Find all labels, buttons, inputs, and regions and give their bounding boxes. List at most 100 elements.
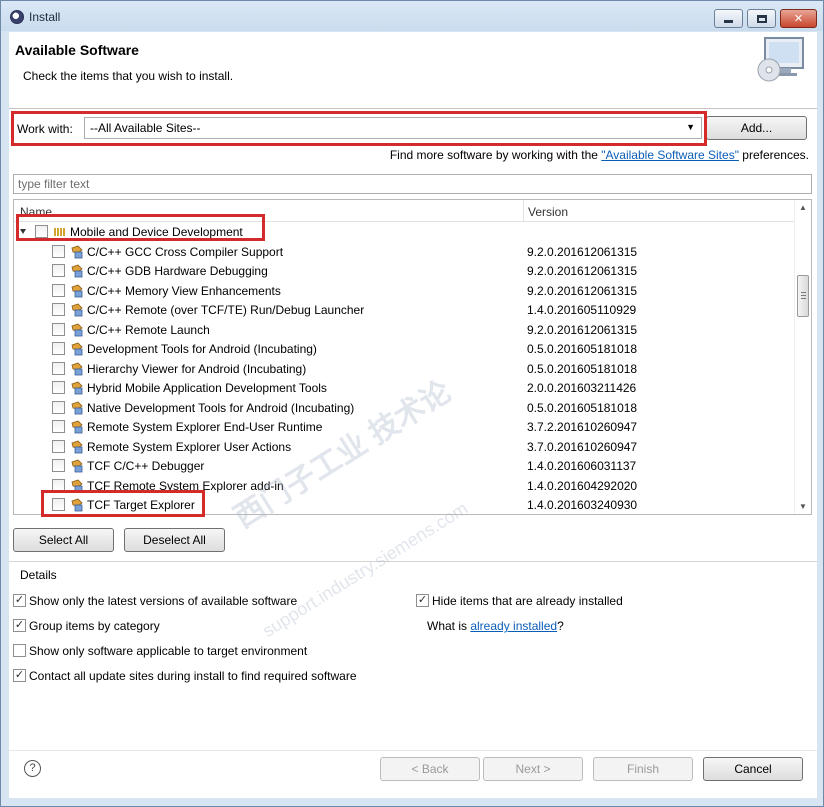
row-name: Remote System Explorer User Actions (87, 439, 292, 454)
tree-scrollbar[interactable]: ▲ ▼ (794, 200, 811, 514)
row-checkbox[interactable] (52, 361, 65, 375)
row-checkbox[interactable] (52, 303, 65, 316)
tree-body: Mobile and Device Development C/C++ GCC … (14, 222, 795, 514)
row-checkbox[interactable] (52, 342, 65, 355)
work-with-combo[interactable]: --All Available Sites-- ▼ (84, 117, 702, 139)
wizard-header: Available Software Check the items that … (9, 32, 817, 109)
table-row[interactable]: TCF Remote System Explorer add-in 1.4.0.2… (14, 476, 795, 496)
row-checkbox[interactable] (52, 420, 65, 433)
row-checkbox[interactable] (52, 439, 65, 453)
row-checkbox[interactable] (52, 322, 65, 336)
hide-installed-checkbox[interactable]: ✓ (416, 594, 429, 607)
table-row[interactable]: Hierarchy Viewer for Android (Incubating… (14, 359, 795, 379)
feature-plugin-icon (71, 284, 83, 297)
install-banner-icon (757, 37, 804, 82)
row-version: 9.2.0.201612061315 (527, 244, 638, 259)
details-label: Details (20, 568, 57, 582)
table-row[interactable]: C/C++ Memory View Enhancements 9.2.0.2016… (14, 281, 795, 301)
close-button[interactable]: ✕ (780, 9, 817, 28)
next-button[interactable]: Next > (483, 757, 583, 781)
dropdown-arrow-icon[interactable]: ▼ (686, 122, 695, 132)
latest-versions-checkbox[interactable]: ✓ (13, 594, 26, 607)
table-row[interactable]: Hybrid Mobile Application Development To… (14, 378, 795, 398)
already-installed-link[interactable]: already installed (470, 619, 557, 633)
table-row[interactable]: Development Tools for Android (Incubatin… (14, 339, 795, 359)
feature-plugin-icon (71, 303, 83, 317)
table-row[interactable]: C/C++ Remote (over TCF/TE) Run/Debug Lau… (14, 300, 795, 320)
table-row[interactable]: TCF Target Explorer 1.4.0.201603240930 (14, 495, 795, 514)
tree-header: Name Version (14, 200, 795, 222)
feature-plugin-icon (71, 401, 83, 414)
help-icon[interactable]: ? (24, 760, 41, 777)
available-software-sites-link[interactable]: "Available Software Sites" (601, 148, 739, 162)
feature-plugin-icon (71, 342, 83, 356)
row-name: Hybrid Mobile Application Development To… (87, 381, 327, 395)
minimize-button[interactable] (714, 9, 743, 28)
row-name: TCF Remote System Explorer add-in (87, 478, 284, 493)
work-with-label: Work with: (17, 122, 73, 136)
find-more-suffix: preferences. (738, 148, 809, 162)
row-checkbox[interactable] (52, 459, 65, 472)
row-checkbox[interactable] (52, 244, 65, 258)
row-version: 2.0.0.201603211426 (527, 381, 637, 395)
row-checkbox[interactable] (52, 400, 65, 414)
applicable-only-checkbox[interactable] (13, 644, 26, 657)
column-version-header[interactable]: Version (528, 205, 568, 219)
scroll-up-icon[interactable]: ▲ (799, 203, 807, 212)
category-row[interactable]: Mobile and Device Development (14, 222, 795, 242)
table-row[interactable]: Remote System Explorer User Actions 3.7.0… (14, 437, 795, 457)
contact-sites-checkbox[interactable]: ✓ (13, 669, 26, 682)
row-name: C/C++ Memory View Enhancements (87, 283, 281, 298)
scroll-down-icon[interactable]: ▼ (799, 502, 807, 511)
column-name-header[interactable]: Name (20, 205, 52, 219)
feature-plugin-icon (71, 479, 83, 492)
row-checkbox[interactable] (52, 264, 65, 277)
table-row[interactable]: TCF C/C++ Debugger 1.4.0.201606031137 (14, 456, 795, 476)
page-description: Check the items that you wish to install… (23, 69, 234, 83)
row-name: Hierarchy Viewer for Android (Incubating… (87, 361, 307, 376)
group-by-category-checkbox[interactable]: ✓ (13, 619, 26, 632)
table-row[interactable]: C/C++ Remote Launch 9.2.0.201612061315 (14, 320, 795, 340)
table-row[interactable]: Native Development Tools for Android (In… (14, 398, 795, 418)
category-checkbox[interactable] (35, 225, 48, 238)
page-title: Available Software (15, 42, 139, 58)
row-version: 9.2.0.201612061315 (527, 264, 638, 278)
row-checkbox[interactable] (52, 498, 65, 511)
table-row[interactable]: C/C++ GCC Cross Compiler Support 9.2.0.20… (14, 242, 795, 262)
row-name: C/C++ GDB Hardware Debugging (87, 264, 268, 278)
row-version: 0.5.0.201605181018 (527, 400, 638, 415)
select-all-button[interactable]: Select All (13, 528, 114, 552)
details-separator (9, 561, 817, 562)
row-name: TCF C/C++ Debugger (87, 459, 205, 473)
row-version: 1.4.0.201603240930 (527, 498, 638, 512)
add-site-button[interactable]: Add... (706, 116, 807, 140)
maximize-icon (756, 14, 767, 23)
deselect-all-button[interactable]: Deselect All (124, 528, 225, 552)
find-more-text: Find more software by working with the "… (390, 148, 809, 162)
row-version: 0.5.0.201605181018 (527, 342, 638, 356)
row-version: 9.2.0.201612061315 (527, 283, 638, 298)
feature-plugin-icon (71, 362, 83, 375)
row-checkbox[interactable] (52, 478, 65, 492)
row-checkbox[interactable] (52, 381, 65, 394)
contact-sites-label: Contact all update sites during install … (29, 669, 357, 683)
row-name: C/C++ Remote (over TCF/TE) Run/Debug Lau… (87, 303, 365, 317)
title-bar: Install ✕ (1, 1, 823, 31)
window-title: Install (29, 10, 61, 24)
feature-plugin-icon (71, 459, 83, 473)
finish-button[interactable]: Finish (593, 757, 693, 781)
row-checkbox[interactable] (52, 283, 65, 297)
filter-input[interactable]: type filter text (13, 174, 812, 194)
latest-versions-label: Show only the latest versions of availab… (29, 594, 298, 608)
table-row[interactable]: Remote System Explorer End-User Runtime 3… (14, 417, 795, 437)
what-is-suffix: ? (557, 619, 564, 633)
collapse-icon[interactable] (20, 229, 26, 234)
back-button[interactable]: < Back (380, 757, 480, 781)
table-row[interactable]: C/C++ GDB Hardware Debugging 9.2.0.201612… (14, 261, 795, 281)
row-version: 3.7.2.201610260947 (527, 420, 638, 434)
find-more-prefix: Find more software by working with the (389, 148, 602, 162)
cancel-button[interactable]: Cancel (703, 757, 803, 781)
row-name: Remote System Explorer End-User Runtime (87, 420, 323, 434)
maximize-button[interactable] (747, 9, 776, 28)
scrollbar-thumb[interactable] (797, 275, 809, 317)
